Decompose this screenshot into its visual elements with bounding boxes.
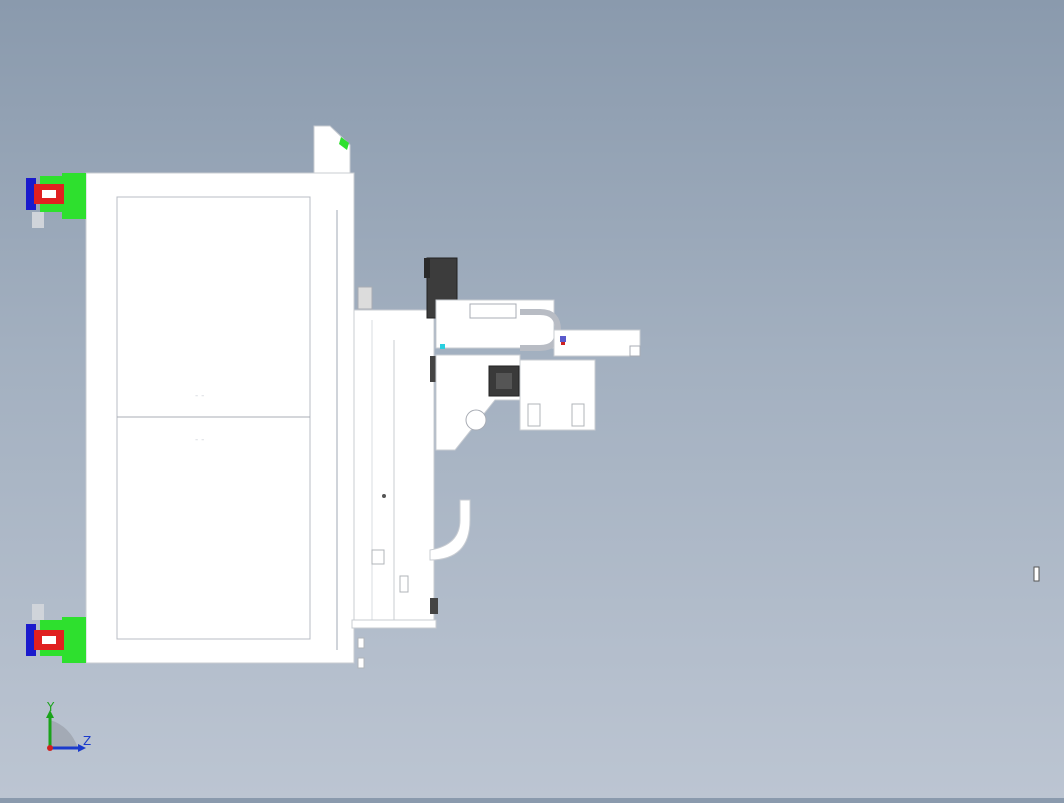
- arm-extension: [553, 329, 641, 357]
- triad-y-label: Y: [47, 700, 55, 714]
- cad-viewport[interactable]: - - - - Y Z: [0, 0, 1064, 798]
- carriage-hole: [465, 409, 487, 431]
- gripper-finger-2: [571, 403, 585, 427]
- column-dark-tab-2: [430, 356, 436, 382]
- gripper-finger-1: [527, 403, 541, 427]
- model-canvas[interactable]: - - - -: [0, 0, 1064, 798]
- arm-extension-tip: [629, 345, 641, 357]
- column-label-block: [371, 549, 385, 565]
- panel-mark-lower: - -: [195, 435, 204, 445]
- top-support-plate: [313, 125, 351, 176]
- lower-panel: [116, 416, 311, 640]
- upper-panel: [116, 196, 311, 418]
- triad-z-label: Z: [83, 734, 92, 748]
- stray-part: [1033, 566, 1040, 582]
- column-dark-tab: [430, 598, 438, 614]
- column-foot: [351, 619, 437, 629]
- motor-cap: [424, 258, 430, 278]
- stand-peg: [357, 637, 365, 649]
- column-bracket: [357, 286, 373, 310]
- stand-peg-2: [357, 657, 365, 669]
- panel-mark-upper: - -: [195, 391, 204, 401]
- caster-bottom: [26, 604, 86, 663]
- arm-blue-marker: [560, 336, 566, 342]
- arm-slider: [469, 303, 517, 319]
- column-bolt: [382, 494, 386, 498]
- arm-cyan-marker: [440, 344, 445, 349]
- cable-hook: [429, 499, 471, 561]
- column-label-block-2: [399, 575, 409, 593]
- arm-red-marker: [561, 342, 565, 345]
- stepper-face: [496, 373, 512, 389]
- caster-top: [26, 173, 86, 228]
- coordinate-triad: [46, 710, 86, 752]
